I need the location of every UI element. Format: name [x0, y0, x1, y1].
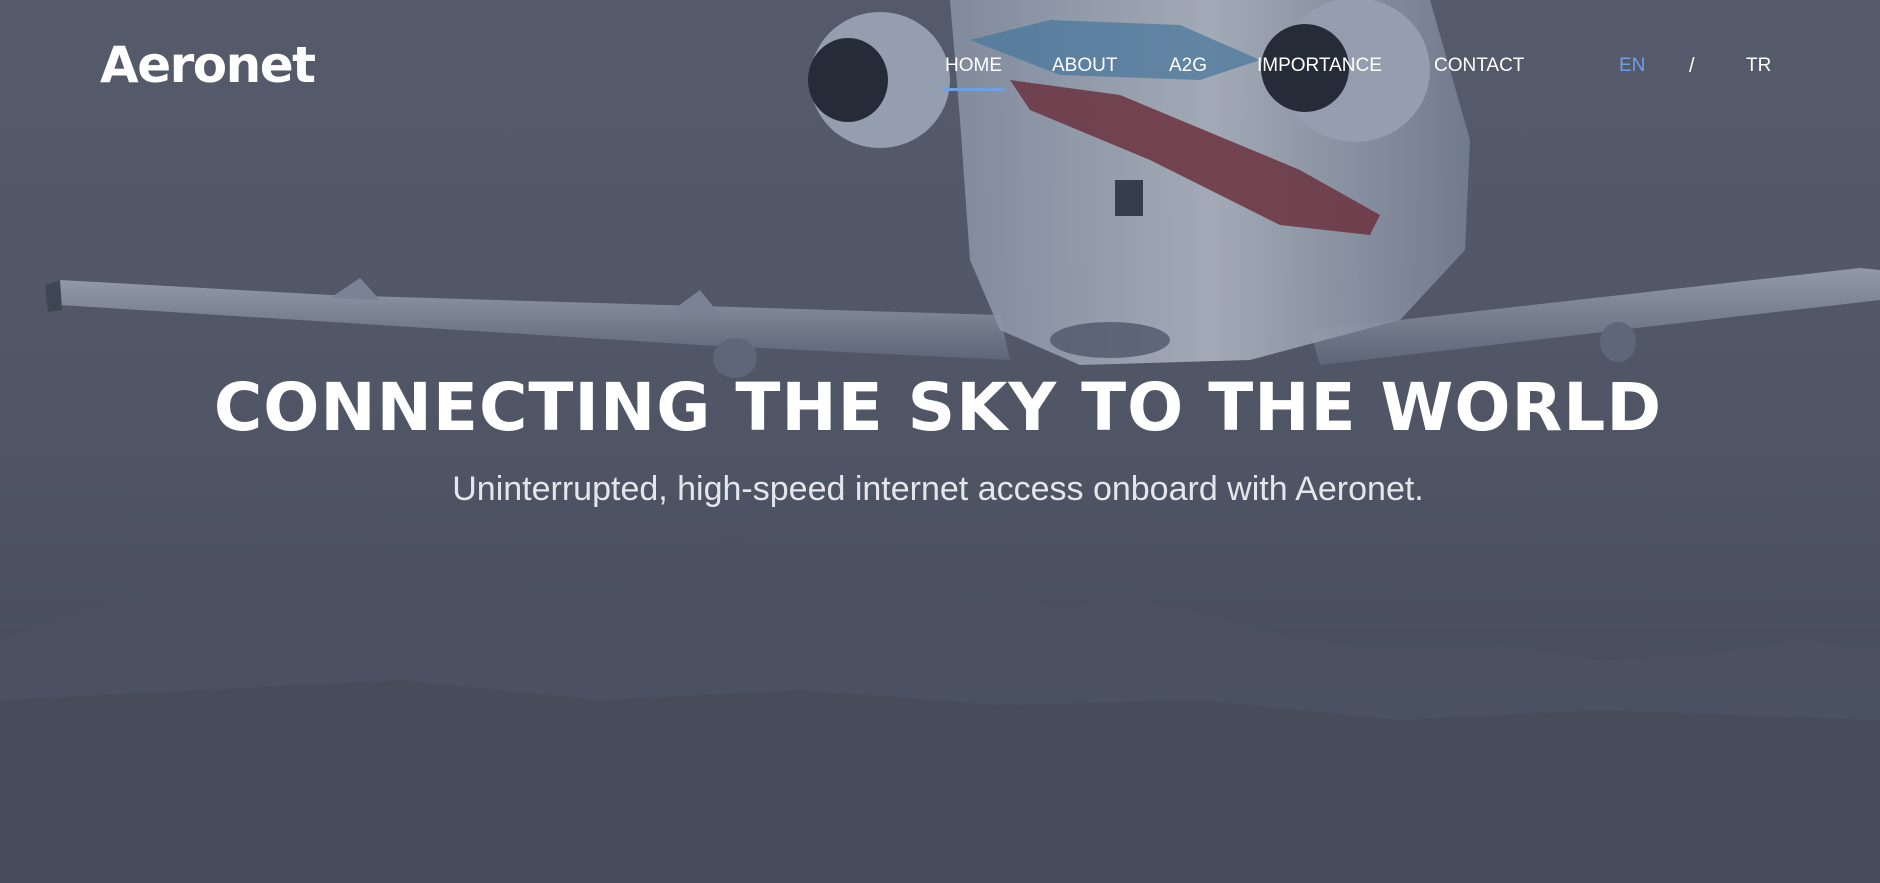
hero-subline: Uninterrupted, high-speed internet acces… — [452, 470, 1424, 508]
aeronet-logo[interactable]: Aeronet — [100, 36, 316, 94]
nav-item-home[interactable]: HOME — [942, 55, 1005, 91]
nav-item-contact[interactable]: CONTACT — [1434, 55, 1524, 77]
hero-headline: CONNECTING THE SKY TO THE WORLD — [213, 369, 1663, 446]
language-separator: / — [1689, 55, 1695, 77]
nav-item-importance[interactable]: IMPORTANCE — [1257, 55, 1382, 77]
language-tr[interactable]: TR — [1746, 55, 1771, 77]
site-header: Aeronet HOME ABOUT A2G IMPORTANCE CONTAC… — [0, 0, 1880, 140]
nav-item-about[interactable]: ABOUT — [1052, 55, 1117, 77]
nav-item-a2g[interactable]: A2G — [1169, 55, 1207, 77]
language-en[interactable]: EN — [1619, 55, 1645, 77]
